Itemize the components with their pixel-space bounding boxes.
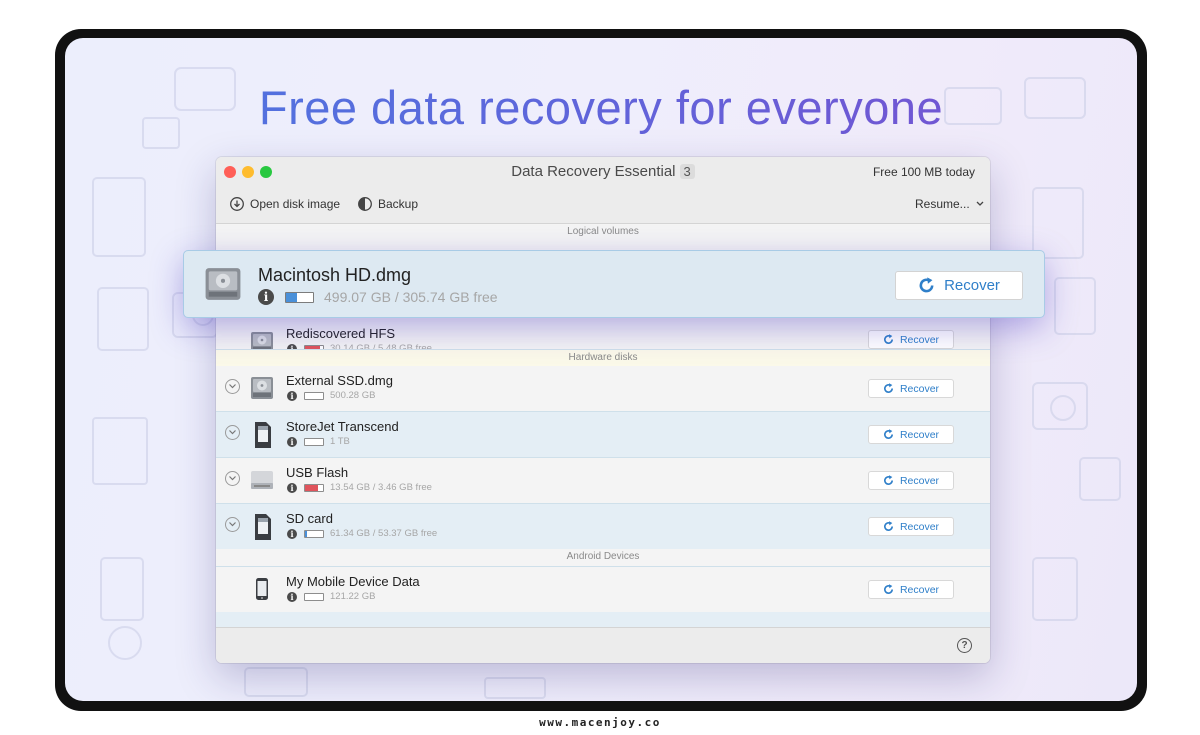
refresh-icon — [883, 334, 893, 344]
expand-toggle[interactable] — [225, 471, 240, 486]
usage-bar — [304, 438, 324, 446]
info-icon[interactable]: i — [287, 592, 297, 602]
refresh-icon — [883, 475, 893, 485]
sd-card-icon — [255, 514, 271, 540]
recover-button[interactable]: Recover — [868, 580, 954, 599]
usage-bar-fill — [305, 485, 319, 491]
backup-label: Backup — [378, 197, 419, 211]
phone-icon — [256, 578, 268, 600]
disk-name: StoreJet Transcend — [286, 419, 399, 434]
expand-toggle[interactable] — [225, 425, 240, 440]
chevron-down-icon — [229, 522, 236, 527]
drive-icon — [251, 377, 273, 399]
chevron-down-icon — [976, 201, 984, 206]
info-icon[interactable]: i — [287, 483, 297, 493]
resume-label: Resume... — [915, 197, 970, 211]
recover-button[interactable]: Recover — [868, 425, 954, 444]
title-bar: Data Recovery Essential 3 Free 100 MB tod… — [216, 157, 990, 187]
usage-bar-fill — [286, 293, 297, 302]
usage-bar — [304, 392, 324, 400]
list-item-storejet-transcend[interactable]: StoreJet Transcend i 1 TB Recover — [216, 412, 990, 458]
sd-card-icon — [255, 422, 271, 448]
refresh-icon — [883, 584, 893, 594]
disk-name: External SSD.dmg — [286, 373, 393, 388]
section-android-devices: Android Devices — [216, 549, 990, 565]
recover-button[interactable]: Recover — [868, 379, 954, 398]
disk-size: 13.54 GB / 3.46 GB free — [330, 482, 432, 493]
recover-label: Recover — [899, 520, 940, 533]
site-url: www.macenjoy.co — [539, 716, 661, 729]
volume-name: Macintosh HD.dmg — [258, 265, 412, 285]
open-disk-image-button[interactable]: Open disk image — [230, 197, 340, 211]
open-disk-image-label: Open disk image — [250, 197, 341, 211]
recover-button[interactable]: Recover — [868, 517, 954, 536]
disk-name: USB Flash — [286, 465, 349, 480]
window-title-text: Data Recovery Essential — [511, 163, 676, 180]
list-item-my-mobile-device[interactable]: My Mobile Device Data i 121.22 GB Recove… — [216, 566, 990, 613]
disk-name: SD card — [286, 511, 333, 526]
device-size: 121.22 GB — [330, 591, 376, 602]
toolbar: Open disk image Backup Resume... — [216, 187, 990, 224]
info-icon[interactable]: i — [287, 391, 297, 401]
usage-bar — [304, 484, 324, 492]
usb-flash-icon — [251, 471, 273, 489]
list-empty-area — [216, 612, 990, 627]
info-icon[interactable]: i — [287, 529, 297, 539]
usage-bar — [304, 530, 324, 538]
expand-toggle[interactable] — [225, 517, 240, 532]
promo-screen: Free data recovery for everyone Data Rec… — [65, 38, 1137, 701]
list-item-usb-flash[interactable]: USB Flash i 13.54 GB / 3.46 GB free Reco… — [216, 458, 990, 504]
device-name: My Mobile Device Data — [286, 574, 420, 589]
window-footer: ? — [216, 627, 990, 663]
refresh-icon — [883, 383, 893, 393]
volume-size: 499.07 GB / 305.74 GB free — [324, 289, 498, 305]
device-frame: Free data recovery for everyone Data Rec… — [55, 29, 1147, 711]
info-icon[interactable]: i — [258, 289, 274, 305]
recover-label: Recover — [899, 333, 940, 346]
help-icon[interactable]: ? — [957, 638, 972, 653]
refresh-icon — [883, 521, 893, 531]
chevron-down-icon — [229, 476, 236, 481]
usage-bar — [285, 292, 314, 303]
section-logical-volumes: Logical volumes — [216, 224, 990, 240]
chevron-down-icon — [229, 384, 236, 389]
usage-bar — [304, 593, 324, 601]
recover-button[interactable]: Recover — [895, 271, 1023, 300]
volume-name: Rediscovered HFS — [286, 326, 396, 341]
recover-button[interactable]: Recover — [868, 330, 954, 349]
selected-volume-macintosh-hd[interactable]: Macintosh HD.dmg i 499.07 GB / 305.74 GB… — [183, 250, 1045, 318]
list-item-external-ssd[interactable]: External SSD.dmg i 500.28 GB Recover — [216, 366, 990, 412]
recover-label: Recover — [899, 583, 940, 596]
recover-label: Recover — [899, 474, 940, 487]
resume-menu-button[interactable]: Resume... — [915, 197, 984, 211]
usage-bar-fill — [305, 531, 308, 537]
drive-icon — [205, 268, 241, 300]
disk-size: 500.28 GB — [330, 390, 376, 401]
backup-icon — [358, 197, 372, 211]
refresh-icon — [883, 429, 893, 439]
list-item-sd-card[interactable]: SD card i 61.34 GB / 53.37 GB free Recov… — [216, 504, 990, 550]
refresh-icon — [919, 277, 934, 293]
recover-label: Recover — [944, 277, 1000, 294]
version-badge: 3 — [679, 164, 695, 179]
recover-button[interactable]: Recover — [868, 471, 954, 490]
disk-size: 61.34 GB / 53.37 GB free — [330, 528, 438, 539]
disk-size: 1 TB — [330, 436, 350, 447]
free-quota-label: Free 100 MB today — [872, 165, 975, 179]
expand-toggle[interactable] — [225, 379, 240, 394]
headline: Free data recovery for everyone — [65, 80, 1137, 135]
backup-button[interactable]: Backup — [358, 197, 418, 211]
info-icon[interactable]: i — [287, 437, 297, 447]
app-window: Data Recovery Essential 3 Free 100 MB tod… — [216, 157, 990, 663]
section-hardware-disks: Hardware disks — [216, 349, 990, 367]
chevron-down-icon — [229, 430, 236, 435]
recover-label: Recover — [899, 382, 940, 395]
download-icon — [230, 197, 244, 211]
recover-label: Recover — [899, 428, 940, 441]
